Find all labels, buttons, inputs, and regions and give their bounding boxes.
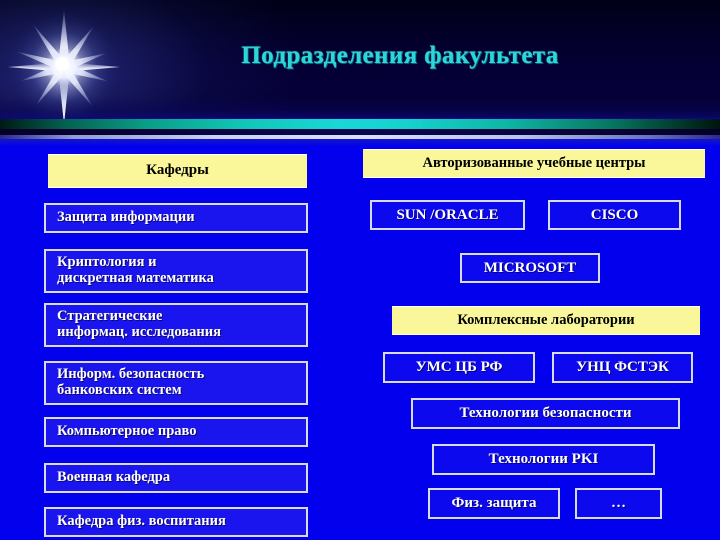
right-item-pki-technologies[interactable]: Технологии PKI xyxy=(432,444,655,475)
left-column-header: Кафедры xyxy=(48,155,307,187)
right-item-sun-oracle[interactable]: SUN /ORACLE xyxy=(370,200,525,230)
right-item-physical-protection[interactable]: Физ. защита xyxy=(428,488,560,519)
left-item-2[interactable]: Стратегические информац. исследования xyxy=(44,303,308,347)
divider-blue xyxy=(0,139,720,146)
right-item-microsoft[interactable]: MICROSOFT xyxy=(460,253,600,283)
right-section-two-header: Комплексные лаборатории xyxy=(392,307,700,334)
right-item-cisco[interactable]: CISCO xyxy=(548,200,681,230)
left-item-6[interactable]: Кафедра физ. воспитания xyxy=(44,507,308,537)
divider-teal xyxy=(0,119,720,129)
right-item-ums-cbrf[interactable]: УМС ЦБ РФ xyxy=(383,352,535,383)
presentation-slide: Подразделения факультета Кафедры Защита … xyxy=(0,0,720,540)
right-item-security-technologies[interactable]: Технологии безопасности xyxy=(411,398,680,429)
left-item-5[interactable]: Военная кафедра xyxy=(44,463,308,493)
left-item-3[interactable]: Информ. безопасность банковских систем xyxy=(44,361,308,405)
left-item-1[interactable]: Криптология и дискретная математика xyxy=(44,249,308,293)
banner-fade xyxy=(0,96,720,120)
page-title: Подразделения факультета xyxy=(241,42,559,69)
right-item-unc-fstek[interactable]: УНЦ ФСТЭК xyxy=(552,352,693,383)
right-item-more[interactable]: … xyxy=(575,488,662,519)
right-section-one-header: Авторизованные учебные центры xyxy=(363,150,705,177)
left-item-0[interactable]: Защита информации xyxy=(44,203,308,233)
left-item-4[interactable]: Компьютерное право xyxy=(44,417,308,447)
